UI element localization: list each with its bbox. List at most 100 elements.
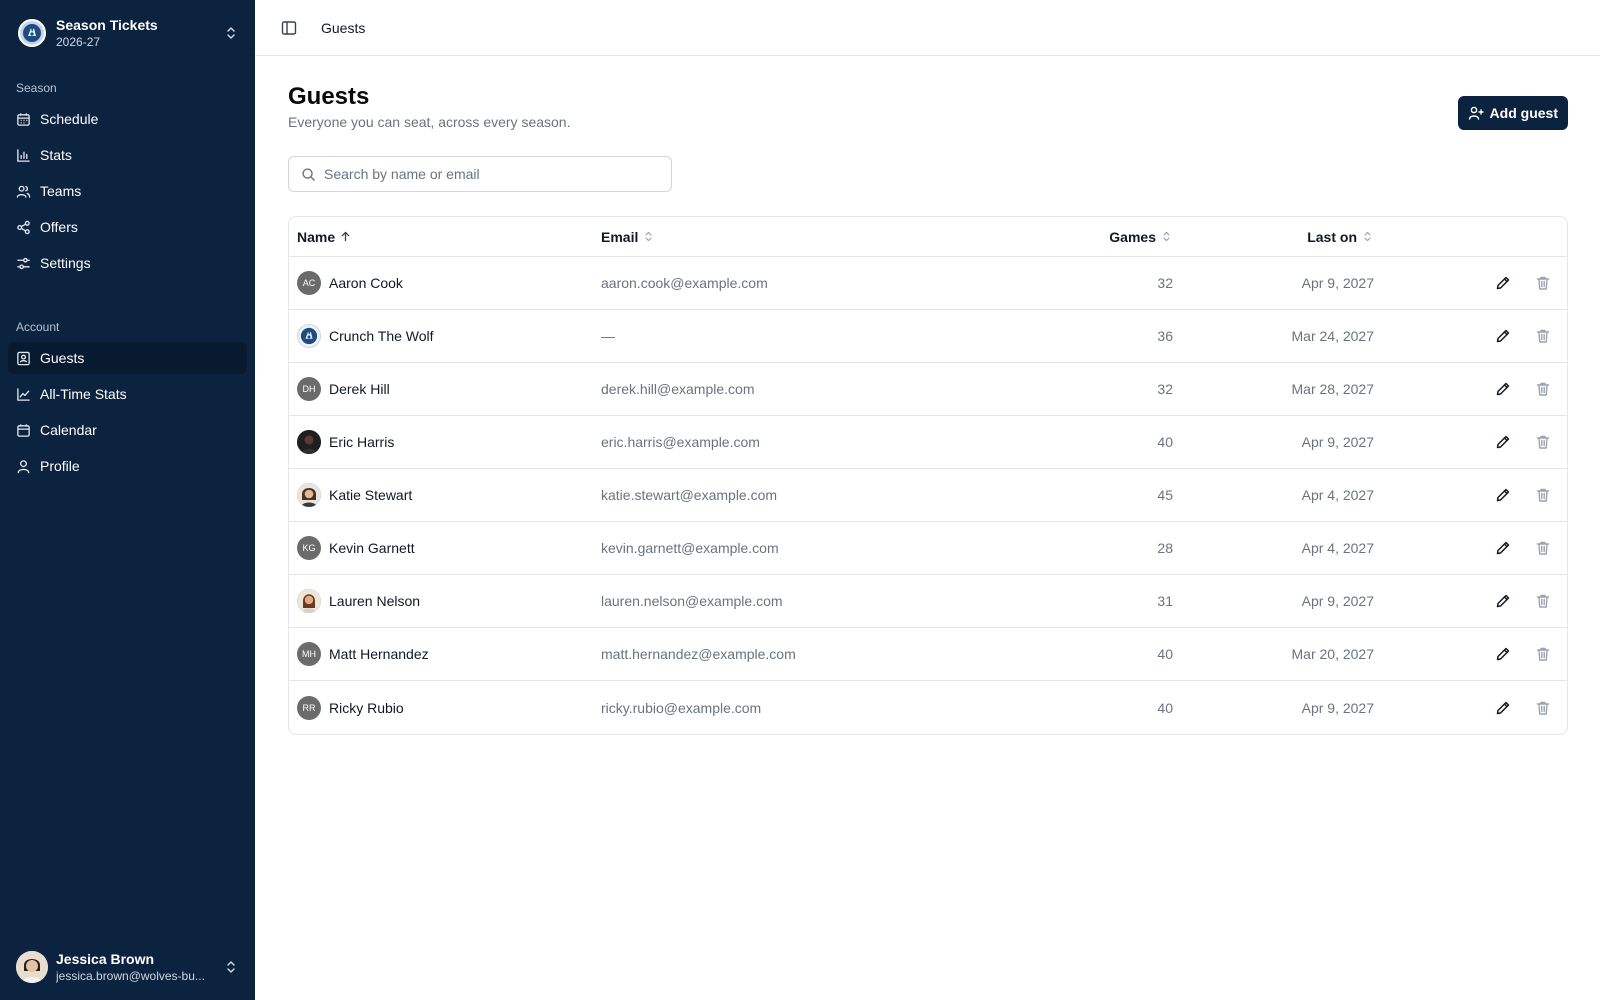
column-header-name[interactable]: Name [297, 229, 352, 245]
trash-icon [1535, 275, 1551, 291]
users-icon [16, 184, 31, 199]
wolf-logo-icon [18, 19, 46, 47]
sliders-icon [16, 256, 31, 271]
sidebar-item-label: Settings [40, 255, 91, 271]
sidebar-item-settings[interactable]: Settings [8, 247, 247, 279]
guest-email: katie.stewart@example.com [601, 487, 778, 503]
table-row[interactable]: AC Aaron Cook aaron.cook@example.com 32 … [289, 257, 1567, 310]
pencil-icon [1495, 434, 1511, 450]
table-row[interactable]: RR Ricky Rubio ricky.rubio@example.com 4… [289, 681, 1567, 734]
avatar [297, 324, 321, 348]
guest-games: 40 [1157, 434, 1173, 450]
sidebar-toggle-button[interactable] [275, 14, 303, 42]
chevrons-up-down-icon [223, 959, 239, 975]
chevrons-up-down-icon [642, 230, 655, 243]
nav-section-label: Season [16, 81, 57, 95]
guest-last-on: Apr 9, 2027 [1301, 593, 1374, 609]
column-header-last-on[interactable]: Last on [1307, 229, 1374, 245]
delete-guest-button[interactable] [1529, 428, 1557, 456]
edit-guest-button[interactable] [1489, 534, 1517, 562]
delete-guest-button[interactable] [1529, 587, 1557, 615]
table-row[interactable]: Crunch The Wolf — 36 Mar 24, 2027 [289, 310, 1567, 363]
guest-email: matt.hernandez@example.com [601, 646, 796, 662]
table-row[interactable]: KG Kevin Garnett kevin.garnett@example.c… [289, 522, 1567, 575]
sidebar-item-offers[interactable]: Offers [8, 211, 247, 243]
guest-last-on: Apr 9, 2027 [1301, 434, 1374, 450]
delete-guest-button[interactable] [1529, 322, 1557, 350]
page-title: Guests [288, 83, 370, 110]
sidebar-item-profile[interactable]: Profile [8, 450, 247, 482]
sidebar-item-label: All-Time Stats [40, 386, 127, 402]
sidebar-item-label: Profile [40, 458, 80, 474]
guest-games: 32 [1157, 381, 1173, 397]
table-row[interactable]: MH Matt Hernandez matt.hernandez@example… [289, 628, 1567, 681]
chevrons-up-down-icon [1160, 230, 1173, 243]
edit-guest-button[interactable] [1489, 375, 1517, 403]
guest-email: lauren.nelson@example.com [601, 593, 783, 609]
delete-guest-button[interactable] [1529, 694, 1557, 722]
guest-name: Eric Harris [329, 434, 395, 450]
column-header-games[interactable]: Games [1109, 229, 1173, 245]
sidebar-item-calendar[interactable]: Calendar [8, 414, 247, 446]
sidebar-item-teams[interactable]: Teams [8, 175, 247, 207]
trash-icon [1535, 593, 1551, 609]
guest-last-on: Mar 28, 2027 [1291, 381, 1375, 397]
edit-guest-button[interactable] [1489, 428, 1517, 456]
avatar [297, 483, 321, 507]
sidebar-item-label: Offers [40, 219, 78, 235]
sidebar-item-schedule[interactable]: Schedule [8, 103, 247, 135]
edit-guest-button[interactable] [1489, 269, 1517, 297]
sidebar-item-all-time-stats[interactable]: All-Time Stats [8, 378, 247, 410]
search-box [288, 156, 672, 192]
guest-games: 28 [1157, 540, 1173, 556]
trash-icon [1535, 328, 1551, 344]
table-row[interactable]: Lauren Nelson lauren.nelson@example.com … [289, 575, 1567, 628]
search-icon [301, 167, 324, 182]
edit-guest-button[interactable] [1489, 587, 1517, 615]
add-guest-button[interactable]: Add guest [1457, 96, 1568, 130]
avatar: MH [297, 642, 321, 666]
sidebar-item-guests[interactable]: Guests [8, 342, 247, 374]
guest-email: kevin.garnett@example.com [601, 540, 779, 556]
edit-guest-button[interactable] [1489, 481, 1517, 509]
user-email: jessica.brown@wolves-bu... [56, 968, 205, 983]
column-header-email[interactable]: Email [601, 229, 655, 245]
table-row[interactable]: Katie Stewart katie.stewart@example.com … [289, 469, 1567, 522]
edit-guest-button[interactable] [1489, 322, 1517, 350]
delete-guest-button[interactable] [1529, 375, 1557, 403]
delete-guest-button[interactable] [1529, 534, 1557, 562]
pencil-icon [1495, 700, 1511, 716]
delete-guest-button[interactable] [1529, 640, 1557, 668]
chevrons-up-down-icon [223, 25, 239, 41]
avatar [297, 430, 321, 454]
share-icon [16, 220, 31, 235]
nav-section-label: Account [16, 320, 60, 334]
table-row[interactable]: DH Derek Hill derek.hill@example.com 32 … [289, 363, 1567, 416]
guest-name: Aaron Cook [329, 275, 403, 291]
contact-icon [16, 351, 31, 366]
guest-name: Crunch The Wolf [329, 328, 434, 344]
pencil-icon [1495, 328, 1511, 344]
table-body: AC Aaron Cook aaron.cook@example.com 32 … [289, 257, 1567, 734]
table-row[interactable]: Eric Harris eric.harris@example.com 40 A… [289, 416, 1567, 469]
delete-guest-button[interactable] [1529, 269, 1557, 297]
trash-icon [1535, 381, 1551, 397]
arrow-up-icon [339, 230, 352, 243]
avatar: DH [297, 377, 321, 401]
guest-games: 45 [1157, 487, 1173, 503]
pencil-icon [1495, 275, 1511, 291]
nav-section-account: Account Guests All-Time Stats Calendar P… [0, 305, 255, 486]
sidebar-item-label: Calendar [40, 422, 97, 438]
calendar-icon [16, 423, 31, 438]
brand-title: Season Tickets [56, 17, 158, 33]
delete-guest-button[interactable] [1529, 481, 1557, 509]
guest-name: Kevin Garnett [329, 540, 415, 556]
avatar: KG [297, 536, 321, 560]
edit-guest-button[interactable] [1489, 694, 1517, 722]
sidebar-item-label: Schedule [40, 111, 99, 127]
team-switcher[interactable]: Season Tickets 2026-27 [0, 0, 255, 66]
search-input[interactable] [324, 166, 659, 182]
sidebar-item-stats[interactable]: Stats [8, 139, 247, 171]
edit-guest-button[interactable] [1489, 640, 1517, 668]
user-menu[interactable]: Jessica Brown jessica.brown@wolves-bu... [0, 934, 255, 1000]
